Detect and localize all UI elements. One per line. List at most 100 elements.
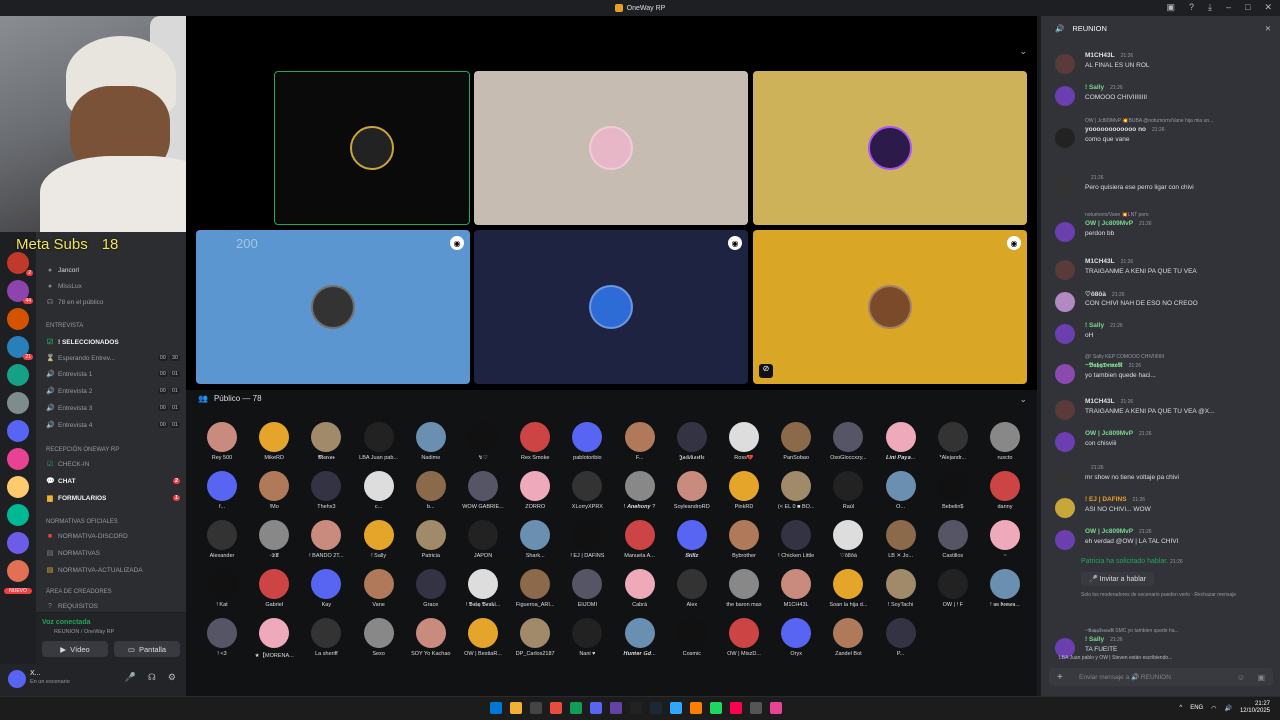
voice-channel-item[interactable]: 🔊 Entrevista 4 00 01 [46, 419, 180, 431]
maximize-icon[interactable]: □ [1245, 2, 1250, 13]
chat-message[interactable]: OW | Jc809MvP 💥BUBA @notumorrs/Vane hija… [1049, 118, 1274, 152]
audience-member[interactable]: ZORRO [509, 471, 561, 510]
channel-item[interactable]: ? REQUISITOS [46, 600, 180, 612]
avatar[interactable] [1055, 498, 1075, 518]
category-normativas[interactable]: Normativas Oficiales [46, 516, 180, 528]
close-icon[interactable]: ✕ [1265, 24, 1271, 33]
language-indicator[interactable]: ENG [1190, 705, 1203, 711]
audience-member[interactable]: OsoGloccxzy... [822, 422, 874, 461]
avatar[interactable] [1055, 176, 1075, 196]
avatar[interactable] [1055, 260, 1075, 280]
audience-member[interactable]: Bebelin$ [927, 471, 979, 510]
audience-member[interactable]: ! EJ | DAFINS [561, 520, 613, 559]
avatar[interactable] [1055, 222, 1075, 242]
audience-member[interactable]: Alexander [196, 520, 248, 559]
reply-preview[interactable]: ~𝕭𝖆𝖇𝖞𝕯𝖊𝖒𝖔𝕹 SMC yo tambien quede ha... [1085, 628, 1179, 634]
avatar[interactable] [1055, 54, 1075, 74]
chat-message[interactable]: notumorrs/Vane 💥LNT pero OW | Jc809MvP 21:… [1049, 212, 1274, 246]
audience-member[interactable]: 𝕵𝖆𝖈𝖐𝕮𝖆𝖘𝖙𝖑𝖊 [666, 422, 718, 462]
discord-icon[interactable] [590, 702, 602, 714]
chevron-down-icon[interactable]: ⌄ [1019, 394, 1027, 405]
audience-member[interactable]: danny [979, 471, 1031, 510]
chat-message[interactable]: M1CH43L 21:26 TRAIGANME A KENI PA QUE TU V… [1049, 398, 1274, 424]
speaker-tile[interactable]: ◉ [474, 230, 748, 384]
audience-member[interactable]: ! SoyTachi [875, 569, 927, 608]
app-icon[interactable] [610, 702, 622, 714]
audience-member[interactable]: ruscto [979, 422, 1031, 461]
audience-member[interactable]: XLorryXPRX [561, 471, 613, 510]
minimize-icon[interactable]: – [1226, 2, 1231, 13]
audience-member[interactable]: Soan la hija d... [822, 569, 874, 608]
chat-message[interactable]: OW | Jc809MvP 21:26 con chisviii [1049, 430, 1274, 456]
audience-member[interactable]: !Mo [248, 471, 300, 510]
audience-member[interactable]: ! Sally [353, 520, 405, 559]
audience-member[interactable]: LB ✕ Jo... [875, 520, 927, 559]
audience-member[interactable]: ↯♡ [457, 422, 509, 461]
audience-member[interactable]: ! <3 [196, 618, 248, 657]
gear-icon[interactable]: ⚙ [168, 672, 176, 683]
audience-member[interactable]: Shark... [509, 520, 561, 559]
audience-member[interactable]: Nadime [405, 422, 457, 461]
chat-message[interactable]: ! EJ | DAFINS 21:26 ASI NO CHIVI... WOW [1049, 496, 1274, 522]
audience-member[interactable]: ~ [979, 520, 1031, 559]
audience-member[interactable]: DP_Carlos2187 [509, 618, 561, 657]
avatar[interactable] [1055, 292, 1075, 312]
server-icon[interactable]: 21 [7, 336, 33, 360]
audience-member[interactable]: M1CH43L [770, 569, 822, 608]
chevron-down-icon[interactable]: ⌄ [1019, 46, 1027, 57]
voice-channel-item[interactable]: 🔊 Entrevista 1 00 01 [46, 368, 180, 380]
chat-message[interactable]: ! Sally 21:26 oH [1049, 322, 1274, 348]
speaker-tile[interactable] [474, 71, 748, 225]
headphones-icon[interactable]: ☊ [148, 672, 156, 683]
audience-member[interactable]: P... [875, 618, 927, 657]
eye-icon[interactable]: ◉ [728, 236, 742, 250]
voice-user[interactable]: ● Jancorl [46, 264, 180, 276]
chat-message[interactable]: ♡ô8ôà 21:26 CON CHIVI NAH DE ESO NO CREOO [1049, 290, 1274, 316]
audience-member[interactable]: MikeRD [248, 422, 300, 461]
reply-preview[interactable]: @! Sally KEP COMOOO CHIVIIIIIIII [1085, 354, 1164, 360]
speaker-tile[interactable] [753, 71, 1027, 225]
audience-member[interactable]: ! 𝖚𝖓 𝖉𝖔𝖒𝖔𝖓... [979, 569, 1031, 609]
screen-share-button[interactable]: ▭ Pantalla [114, 641, 180, 657]
channel-item[interactable]: ▤ NORMATIVAS [46, 547, 180, 559]
server-icon[interactable] [7, 560, 29, 582]
message-author[interactable]: 21:26 [1085, 174, 1104, 181]
audience-member[interactable]: WOW GABRIE... [457, 471, 509, 510]
server-icon[interactable] [7, 364, 29, 386]
audience-member[interactable]: F... [614, 422, 666, 461]
download-icon[interactable]: ⤓ [1208, 2, 1212, 13]
audience-member[interactable]: Bybrother [718, 520, 770, 559]
message-author[interactable]: yoooooooooooo no 21:26 [1085, 126, 1165, 133]
audience-member[interactable]: Zandel Bot [822, 618, 874, 657]
avatar[interactable] [1055, 364, 1075, 384]
avatar[interactable] [1055, 86, 1075, 106]
channel-item[interactable]: 💬 CHAT 2 [46, 475, 180, 487]
message-author[interactable]: ! EJ | DAFINS 21:26 [1085, 496, 1145, 503]
chat-message[interactable]: ! Sally 21:26 COMOOO CHIVIIIIIIII [1049, 84, 1274, 110]
audience-member[interactable]: ! BANDO 2T... [300, 520, 352, 559]
channel-item[interactable]: ☑! SELECCIONADOS [46, 336, 180, 348]
windows-start-icon[interactable] [490, 702, 502, 714]
message-author[interactable]: M1CH43L 21:26 [1085, 258, 1133, 265]
eye-icon[interactable]: ◉ [1007, 236, 1021, 250]
message-author[interactable]: 21:26 [1085, 464, 1104, 471]
audience-member[interactable]: LBA Juan pab... [353, 422, 405, 461]
audience-member[interactable]: pablotoribio [561, 422, 613, 461]
server-icon[interactable] [7, 532, 29, 554]
message-author[interactable]: OW | Jc809MvP 21:26 [1085, 220, 1152, 227]
tray-chevron-icon[interactable]: ^ [1179, 705, 1182, 711]
avatar[interactable] [1055, 432, 1075, 452]
server-icon[interactable]: 2 [7, 252, 33, 276]
audience-member[interactable]: Kay [300, 569, 352, 608]
audience-member[interactable]: ! 𝑨𝒏𝒆𝒉𝒐𝒏𝒚 ? [614, 471, 666, 511]
audience-member[interactable]: Grace [405, 569, 457, 608]
channel-item[interactable]: ▤ NORMATIVA-ACTUALIZADA [46, 564, 180, 576]
avatar[interactable] [1055, 466, 1075, 486]
server-icon[interactable] [7, 392, 29, 414]
audience-member[interactable]: SoyleandroRD [666, 471, 718, 510]
reply-preview[interactable]: OW | Jc809MvP 💥BUBA @notumorrs/Vane hija… [1085, 118, 1213, 124]
audience-member[interactable]: ! 𝕭𝖆𝖇𝖞 𝕭𝖆𝖓𝖐𝖎... [457, 569, 509, 609]
chat-message[interactable]: @! Sally KEP COMOOO CHIVIIIIIIII ~𝕭𝖆𝖇𝖞𝕯𝖊𝖒… [1049, 354, 1274, 388]
steam-icon[interactable] [650, 702, 662, 714]
audience-member[interactable]: Vane [353, 569, 405, 608]
